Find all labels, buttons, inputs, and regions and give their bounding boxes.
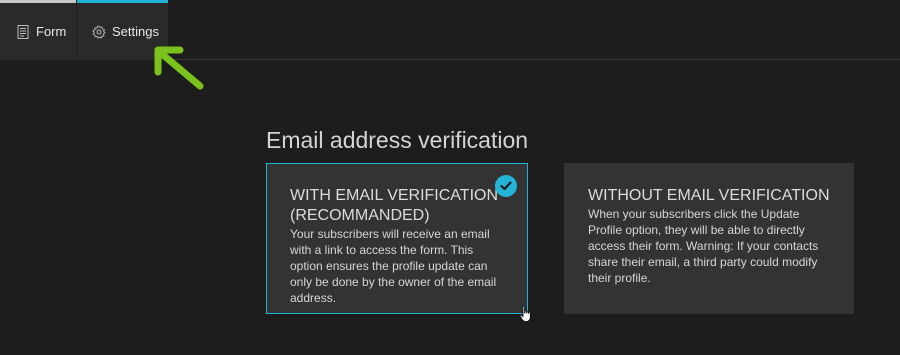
checkmark-icon <box>495 175 517 197</box>
tab-form-label: Form <box>36 24 67 39</box>
option-description: When your subscribers click the Update P… <box>588 207 819 285</box>
section-title: Email address verification <box>266 127 529 153</box>
option-without-email-verification[interactable]: WITHOUT EMAIL VERIFICATION When your sub… <box>564 163 854 314</box>
annotation-arrow-icon <box>154 46 204 90</box>
option-with-email-verification[interactable]: WITH EMAIL VERIFICATION (RECOMMANDED) Yo… <box>266 163 528 314</box>
tab-settings-label: Settings <box>112 24 159 39</box>
hand-cursor-icon <box>519 305 531 322</box>
option-heading: WITHOUT EMAIL VERIFICATION <box>588 187 830 204</box>
tab-form[interactable]: Form <box>0 0 76 60</box>
tab-bar: Form Settings <box>0 0 900 60</box>
gear-icon <box>92 25 106 39</box>
option-heading: WITH EMAIL VERIFICATION (RECOMMANDED) <box>290 187 499 224</box>
option-description: Your subscribers will receive an email w… <box>290 227 497 305</box>
form-icon <box>16 24 30 39</box>
